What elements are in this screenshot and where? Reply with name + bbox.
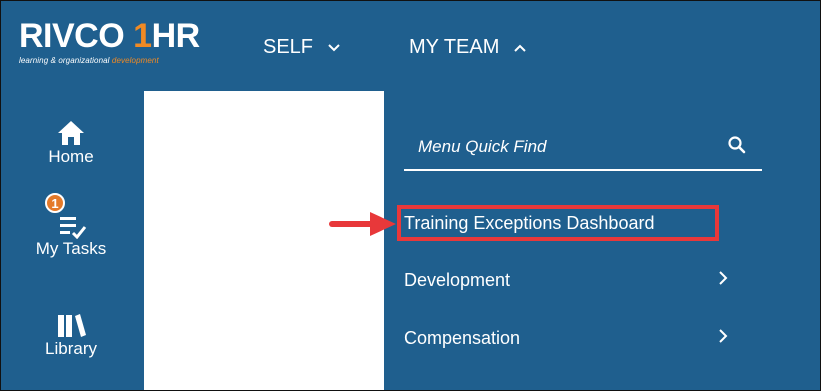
app-frame: RIVCO 1HR learning & organizational deve… bbox=[0, 0, 821, 391]
rivco-hr-logo[interactable]: RIVCO 1HR learning & organizational deve… bbox=[19, 19, 219, 71]
chevron-right-icon bbox=[718, 327, 728, 350]
logo-brand-number: 1 bbox=[133, 17, 152, 55]
sidebar-item-label: Home bbox=[48, 147, 94, 166]
sidebar-item-home[interactable]: Home bbox=[31, 113, 111, 167]
logo-tagline-accent: development bbox=[111, 56, 159, 65]
top-bar: RIVCO 1HR learning & organizational deve… bbox=[1, 1, 820, 85]
logo-tagline-main: learning & organizational bbox=[19, 56, 110, 65]
nav-self[interactable]: SELF bbox=[263, 36, 341, 59]
pointer-arrow-icon bbox=[326, 206, 398, 238]
sidebar-item-library[interactable]: Library bbox=[31, 305, 111, 359]
home-icon bbox=[31, 113, 111, 147]
search-icon[interactable] bbox=[726, 134, 748, 156]
nav-self-label: SELF bbox=[263, 36, 314, 58]
chevron-right-icon bbox=[718, 269, 728, 292]
menu-quick-find bbox=[404, 125, 762, 171]
logo-brand-main: RIVCO bbox=[19, 17, 125, 55]
logo-wordmark: RIVCO 1HR bbox=[19, 19, 219, 53]
chevron-up-icon bbox=[513, 40, 527, 56]
sidebar-item-label: Library bbox=[45, 339, 97, 358]
tasks-icon: 1 bbox=[31, 193, 111, 239]
menu-item-label: Development bbox=[404, 269, 511, 290]
menu-item-label: Compensation bbox=[404, 327, 521, 348]
library-icon bbox=[31, 305, 111, 339]
menu-item-compensation[interactable]: Compensation bbox=[404, 321, 734, 355]
sidebar-item-my-tasks[interactable]: 1 My Tasks bbox=[31, 193, 111, 259]
nav-my-team-label: MY TEAM bbox=[409, 36, 500, 58]
chevron-down-icon bbox=[327, 40, 341, 56]
sidebar-item-label: My Tasks bbox=[35, 239, 107, 258]
highlight-box bbox=[397, 205, 719, 241]
content-panel bbox=[144, 91, 384, 390]
nav-my-team[interactable]: MY TEAM bbox=[409, 36, 527, 59]
menu-quick-find-input[interactable] bbox=[416, 133, 710, 161]
menu-item-development[interactable]: Development bbox=[404, 263, 734, 297]
logo-tagline: learning & organizational development bbox=[19, 56, 219, 65]
task-count-badge: 1 bbox=[45, 193, 65, 213]
logo-brand-hr: HR bbox=[151, 17, 201, 55]
